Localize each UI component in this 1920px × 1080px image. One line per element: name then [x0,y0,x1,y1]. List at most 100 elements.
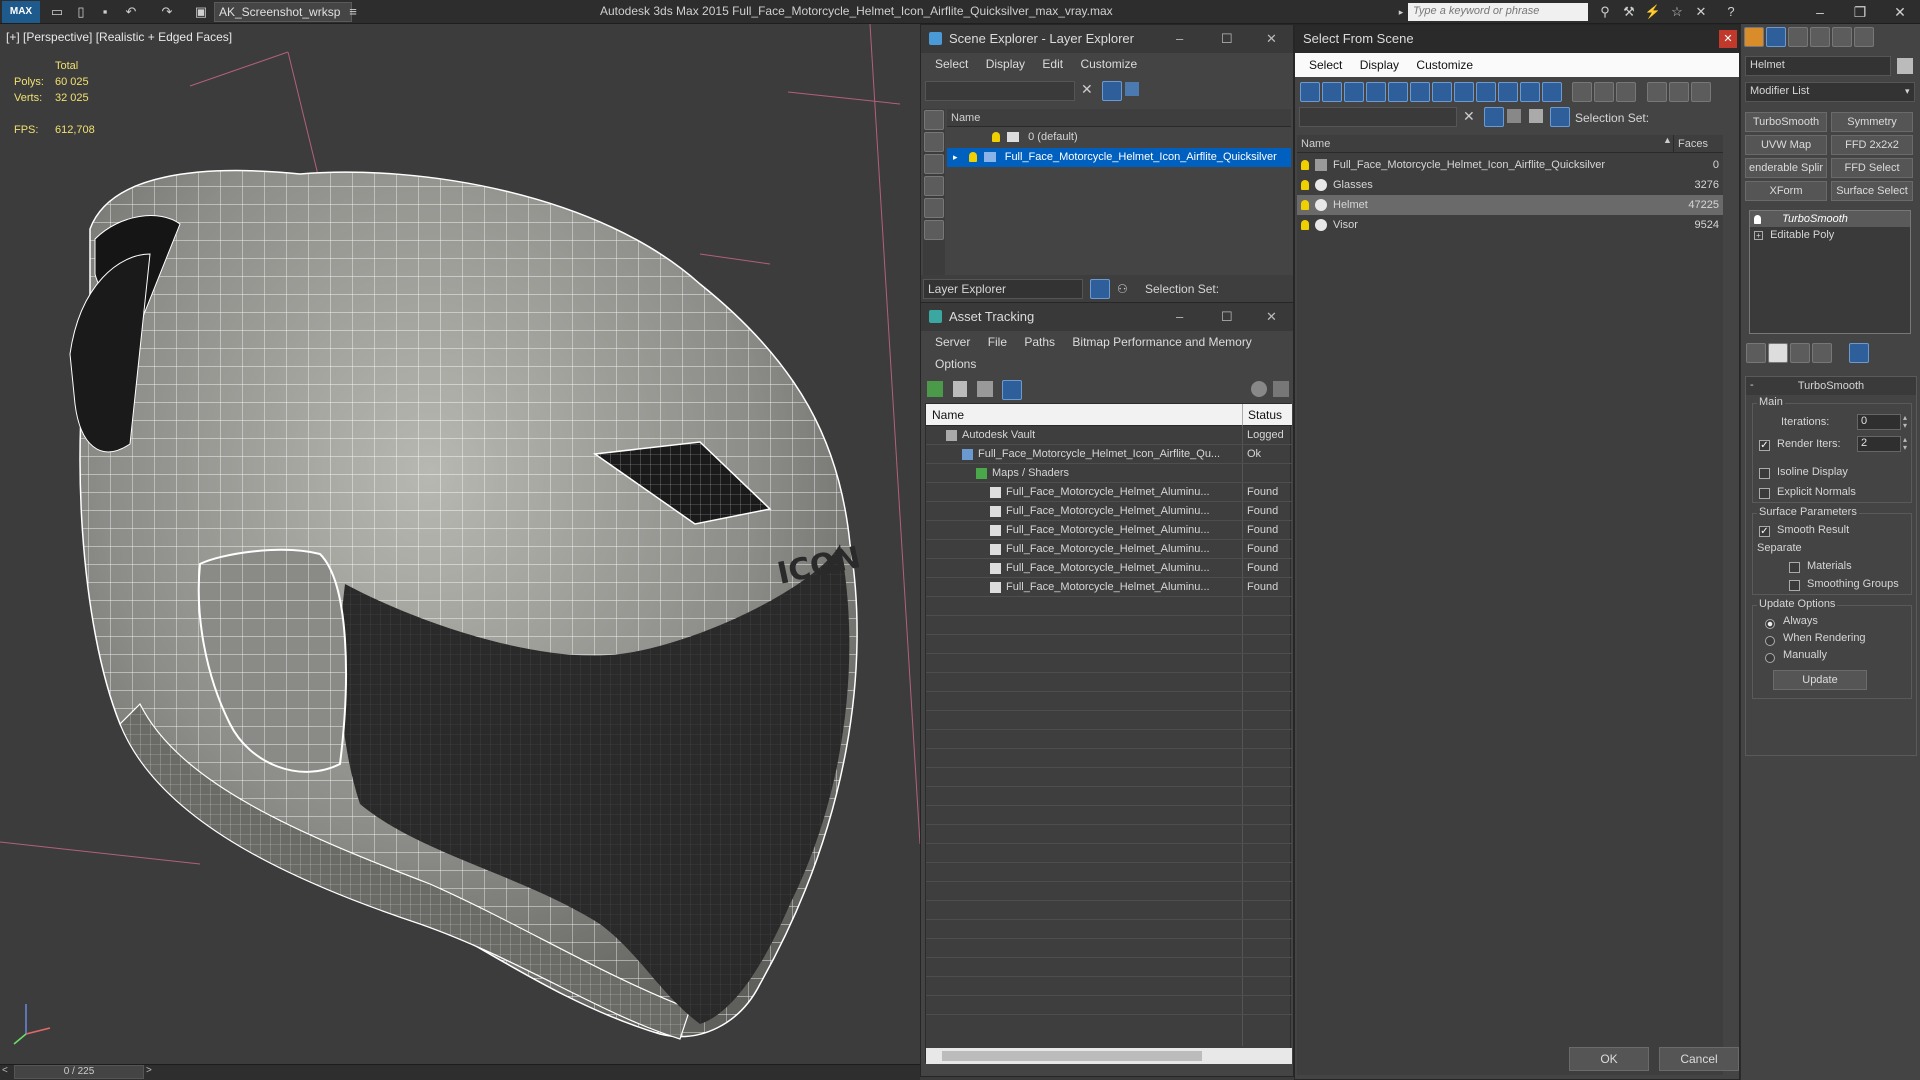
object-row[interactable]: Glasses 3276 [1297,175,1723,195]
filter-containers-icon[interactable] [1498,82,1518,102]
renderable-spline-button[interactable]: enderable Splir [1745,158,1827,178]
layer-manager-icon[interactable] [1090,279,1110,299]
list-view-icon[interactable] [953,381,967,397]
clear-search-icon[interactable]: ✕ [1081,81,1093,98]
filter-cameras-icon[interactable] [1366,82,1386,102]
display-shapes-icon[interactable] [924,154,944,174]
menu-select[interactable]: Select [1309,58,1342,72]
spinner-arrows-icon[interactable]: ▴ ▾ [1903,414,1907,430]
turbosmooth-button[interactable]: TurboSmooth [1745,112,1827,132]
columns-icon[interactable] [1690,82,1711,102]
minimize-icon[interactable]: – [1176,303,1183,331]
modify-tab-icon[interactable] [1766,27,1786,47]
select-from-scene-header[interactable]: Select From Scene ✕ [1295,25,1739,53]
asset-tracking-header[interactable]: Asset Tracking – ☐ ✕ [921,303,1293,331]
scrollbar-thumb[interactable] [942,1051,1202,1061]
maximize-icon[interactable]: ☐ [1221,25,1233,53]
light-bulb-icon[interactable] [1301,180,1309,191]
light-bulb-icon[interactable] [1301,200,1309,211]
close-search-icon[interactable]: ✕ [1692,3,1710,21]
pin-stack-icon[interactable] [1746,343,1766,363]
close-icon[interactable]: ✕ [1266,303,1277,331]
clear-find-icon[interactable]: ✕ [1463,108,1475,125]
hierarchy-view-icon[interactable] [1668,82,1689,102]
viewport-label[interactable]: [+] [Perspective] [Realistic + Edged Fac… [6,30,232,44]
stack-item-editable-poly[interactable]: + Editable Poly [1750,227,1910,243]
layer-row-helmet[interactable]: ▸ Full_Face_Motorcycle_Helmet_Icon_Airfl… [947,148,1291,167]
filter-groups-icon[interactable] [1432,82,1452,102]
menu-select[interactable]: Select [935,57,968,71]
communication-icon[interactable]: ⚡ [1644,3,1662,21]
display-tab-icon[interactable] [1832,27,1852,47]
always-radio[interactable] [1765,616,1775,630]
scene-search-input[interactable] [925,81,1075,101]
render-iters-checkbox[interactable]: ✓ [1759,438,1770,452]
isoline-display-checkbox[interactable] [1759,466,1770,480]
object-col-name[interactable]: Name [1297,135,1673,153]
object-col-faces[interactable]: Faces [1673,135,1723,153]
display-helpers-icon[interactable] [924,220,944,240]
iterations-spinner[interactable]: 0 [1857,414,1901,430]
light-bulb-icon[interactable] [1301,160,1309,171]
object-row[interactable]: Full_Face_Motorcycle_Helmet_Icon_Airflit… [1297,155,1723,175]
scene-explorer-header[interactable]: Scene Explorer - Layer Explorer – ☐ ✕ [921,25,1293,53]
rollout-title[interactable]: TurboSmooth [1746,377,1916,395]
rollout-collapse-icon[interactable]: - [1750,379,1754,391]
time-slider[interactable]: < 0 / 225 > [0,1064,920,1080]
filter-icon[interactable] [1102,81,1122,101]
filter-hidden-icon[interactable] [1542,82,1562,102]
maximize-icon[interactable]: ☐ [1221,303,1233,331]
thumbnail-view-icon[interactable] [977,381,993,397]
filter-geometry-icon[interactable] [1300,82,1320,102]
asset-row[interactable]: Full_Face_Motorcycle_Helmet_Aluminu... Fo… [926,578,1292,597]
select-all-icon[interactable] [1572,82,1593,102]
hierarchy-tab-icon[interactable] [1788,27,1808,47]
favorites-star-icon[interactable]: ☆ [1668,3,1686,21]
new-file-icon[interactable]: ▭ [48,3,66,21]
ok-button[interactable]: OK [1569,1047,1649,1071]
filter-helpers-icon[interactable] [1388,82,1408,102]
asset-row[interactable]: Full_Face_Motorcycle_Helmet_Aluminu... Fo… [926,521,1292,540]
light-bulb-icon[interactable] [992,132,1000,143]
modifier-list-dropdown[interactable]: Modifier List [1745,82,1915,102]
select-invert-icon[interactable] [1616,82,1637,102]
filter-frozen-icon[interactable] [1520,82,1540,102]
minimize-button[interactable]: – [1800,2,1840,22]
project-icon[interactable]: ▣ [192,3,210,21]
update-button[interactable]: Update [1773,670,1867,690]
light-bulb-icon[interactable] [968,152,977,163]
dropdown-arrow-icon[interactable]: ▾ [1905,86,1910,97]
remove-modifier-icon[interactable] [1812,343,1832,363]
sort-up-icon[interactable]: ▲ [1663,135,1672,145]
explicit-normals-checkbox[interactable] [1759,486,1770,500]
refresh-icon[interactable] [927,381,943,397]
asset-row[interactable]: Full_Face_Motorcycle_Helmet_Aluminu... Fo… [926,483,1292,502]
menu-paths[interactable]: Paths [1024,335,1055,349]
materials-checkbox[interactable] [1789,560,1800,574]
configure-modifier-sets-icon[interactable] [1849,343,1869,363]
display-geometry-icon[interactable] [924,132,944,152]
filter-lights-icon[interactable] [1344,82,1364,102]
layer-icon[interactable] [1507,109,1521,123]
layer-filter-icon[interactable] [1125,82,1139,96]
symmetry-button[interactable]: Symmetry [1831,112,1913,132]
close-button[interactable]: ✕ [1880,2,1920,22]
cancel-button[interactable]: Cancel [1659,1047,1739,1071]
menu-file[interactable]: File [988,335,1007,349]
spinner-arrows-icon[interactable]: ▴ ▾ [1903,436,1907,452]
menu-edit[interactable]: Edit [1042,57,1063,71]
asset-row[interactable]: Full_Face_Motorcycle_Helmet_Aluminu... Fo… [926,540,1292,559]
binoculars-icon[interactable]: ⚲ [1596,3,1614,21]
asset-row[interactable]: Maps / Shaders [926,464,1292,483]
find-input[interactable] [1299,107,1457,127]
table-view-icon[interactable] [1002,380,1022,400]
xform-button[interactable]: XForm [1745,181,1827,201]
open-file-icon[interactable]: ▯ [72,3,90,21]
time-next-icon[interactable]: > [146,1065,158,1076]
workspace-menu-icon[interactable]: ≡ [344,3,362,21]
asset-row[interactable]: Autodesk Vault Logged [926,426,1292,445]
surface-select-button[interactable]: Surface Select [1831,181,1913,201]
layer-filter-icon[interactable] [1529,109,1543,123]
help-icon[interactable]: ? [1722,3,1740,21]
show-end-result-icon[interactable] [1768,343,1788,363]
